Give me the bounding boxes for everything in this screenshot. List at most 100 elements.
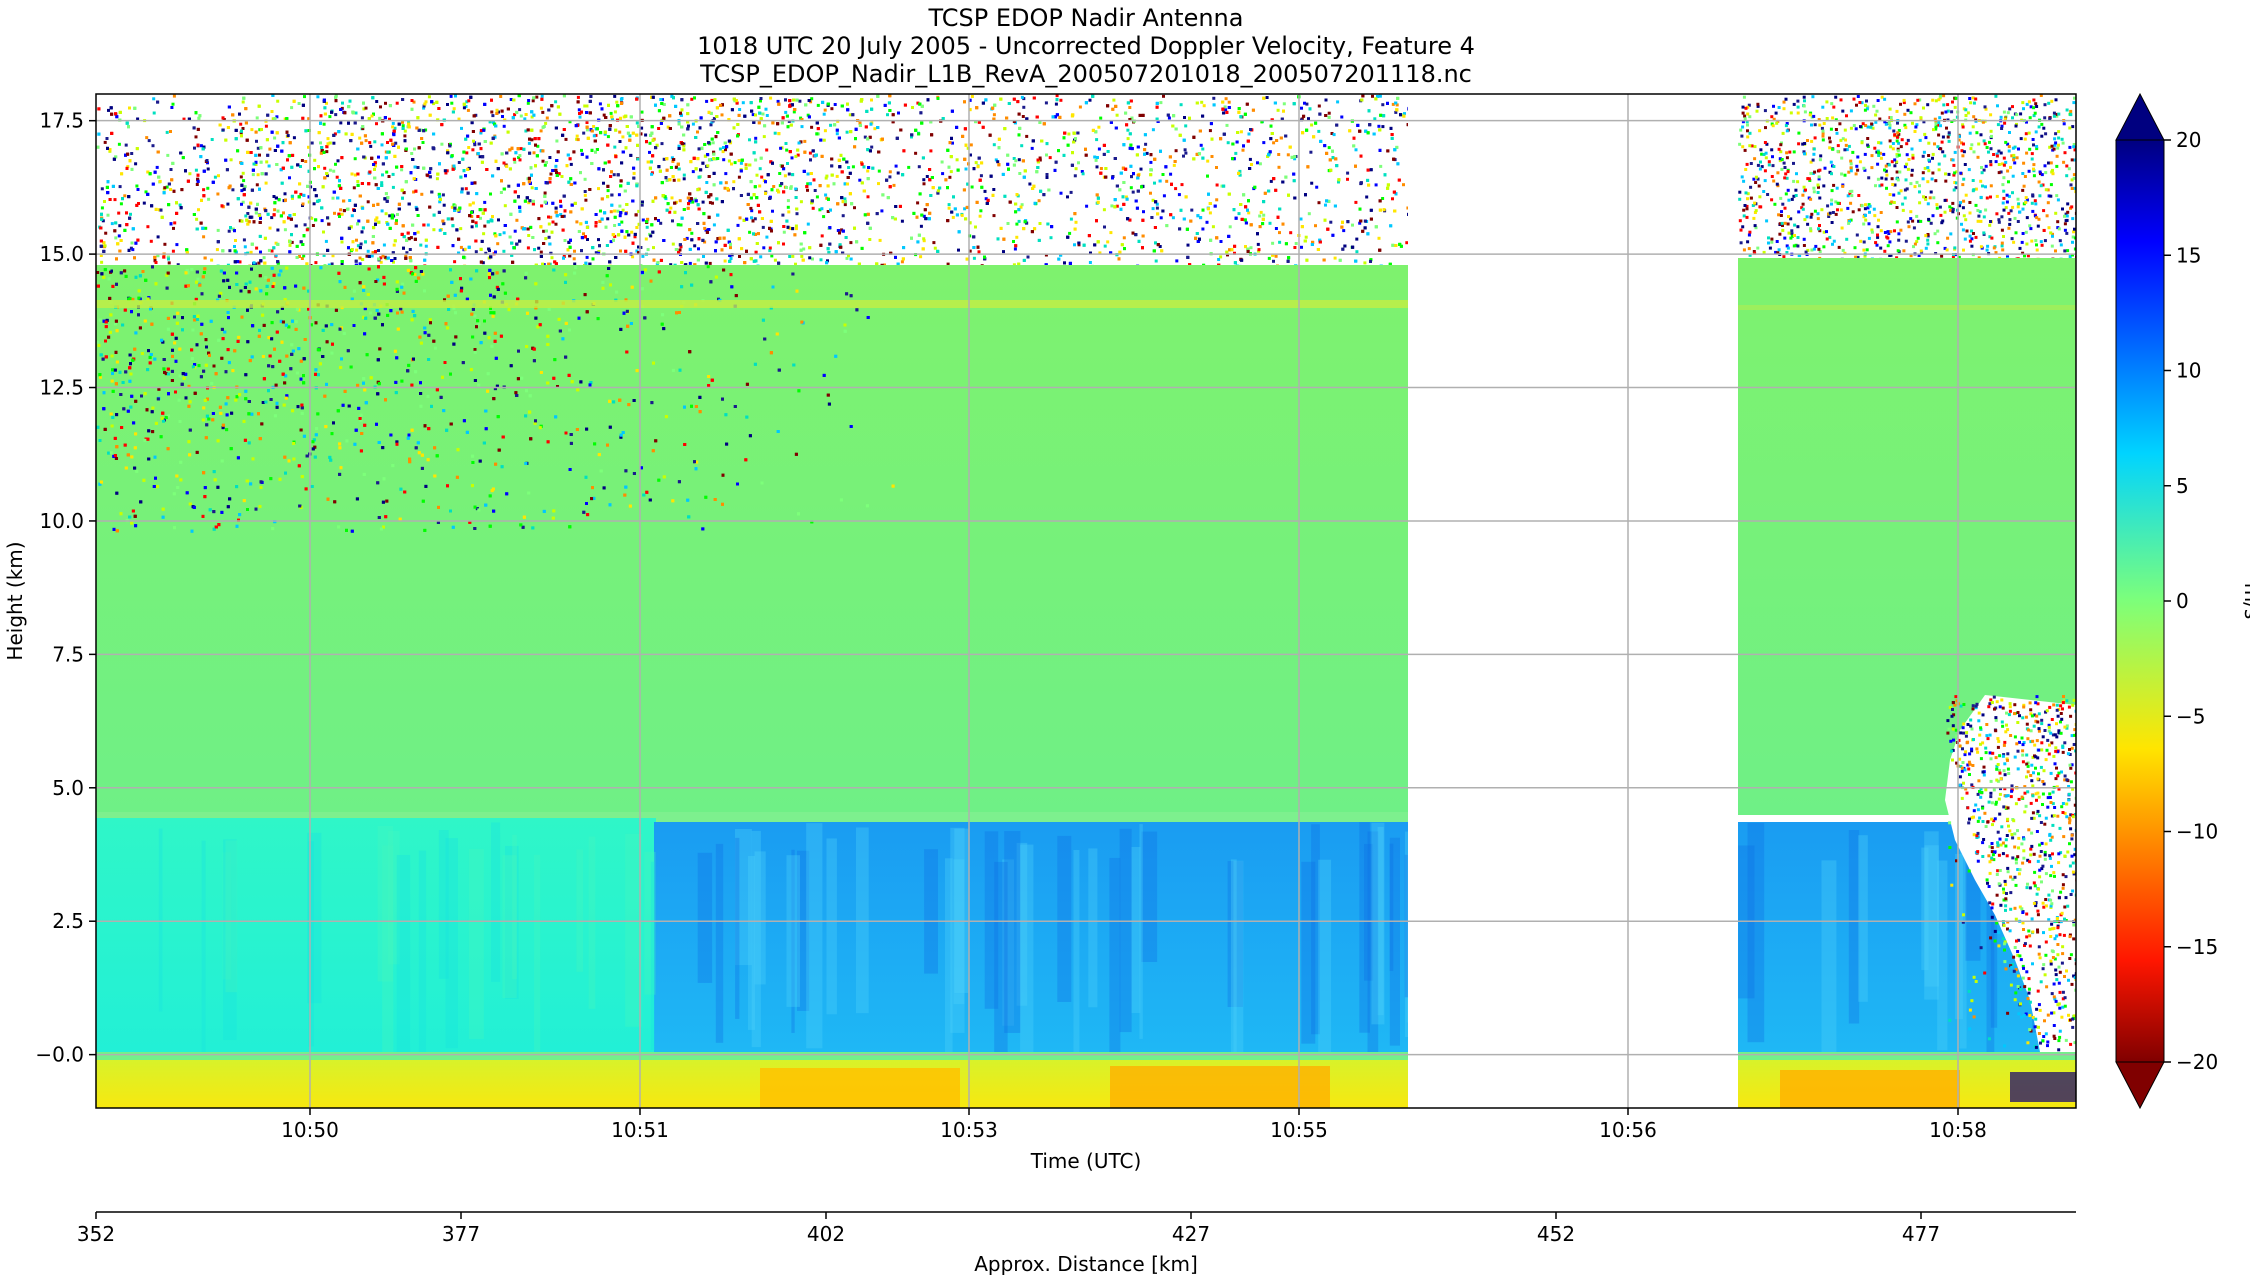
noise-pixel [328, 168, 332, 172]
noise-pixel [851, 165, 855, 169]
noise-pixel [438, 228, 442, 232]
noise-pixel [388, 214, 392, 218]
noise-pixel [250, 128, 254, 132]
noise-pixel [357, 219, 361, 223]
noise-pixel [977, 250, 981, 254]
noise-pixel [351, 240, 355, 244]
noise-pixel [273, 117, 277, 120]
noise-pixel [1018, 172, 1022, 175]
noise-pixel [1314, 224, 1317, 228]
noise-pixel [691, 122, 695, 126]
noise-pixel [381, 173, 384, 177]
noise-pixel [114, 221, 118, 225]
noise-pixel [1257, 248, 1261, 252]
noise-pixel [799, 242, 803, 246]
noise-pixel [379, 105, 382, 109]
noise-pixel [784, 142, 788, 145]
noise-pixel [896, 171, 900, 175]
noise-pixel [490, 98, 493, 102]
noise-pixel [487, 247, 491, 251]
noise-pixel [665, 208, 669, 212]
noise-pixel [650, 172, 654, 176]
noise-pixel [845, 160, 849, 164]
noise-pixel [1332, 133, 1336, 137]
noise-pixel [366, 200, 370, 204]
noise-pixel [1307, 117, 1310, 121]
noise-pixel [152, 97, 156, 101]
noise-pixel [1310, 181, 1314, 185]
noise-pixel [748, 230, 752, 234]
noise-pixel [794, 227, 798, 231]
noise-pixel [506, 130, 510, 134]
noise-pixel [1102, 208, 1106, 212]
noise-pixel [156, 235, 160, 239]
noise-pixel [226, 126, 230, 129]
noise-pixel [1162, 194, 1166, 198]
noise-pixel [131, 248, 135, 252]
noise-pixel [923, 208, 927, 212]
noise-pixel [688, 247, 692, 251]
noise-pixel [1354, 200, 1358, 204]
noise-pixel [761, 112, 765, 116]
noise-pixel [613, 145, 617, 149]
noise-pixel [163, 186, 167, 190]
noise-pixel [665, 179, 669, 182]
noise-pixel [777, 190, 781, 194]
noise-pixel [916, 201, 920, 205]
noise-pixel [1314, 121, 1318, 125]
noise-pixel [708, 261, 712, 265]
noise-pixel [1278, 231, 1281, 235]
noise-pixel [322, 122, 326, 126]
noise-pixel [1363, 219, 1367, 223]
noise-pixel [955, 158, 959, 162]
noise-pixel [313, 158, 317, 162]
noise-pixel [464, 187, 468, 191]
noise-pixel [877, 182, 880, 186]
noise-pixel [303, 223, 307, 227]
noise-pixel [820, 234, 824, 238]
noise-pixel [540, 97, 544, 101]
noise-pixel [1281, 222, 1285, 226]
noise-pixel [785, 148, 789, 152]
noise-pixel [310, 141, 314, 145]
noise-pixel [188, 172, 192, 176]
noise-pixel [669, 206, 673, 210]
noise-pixel [1360, 98, 1364, 102]
noise-pixel [1233, 244, 1237, 248]
noise-pixel [1369, 208, 1373, 212]
noise-pixel [301, 243, 305, 246]
noise-pixel [401, 196, 404, 200]
noise-pixel [947, 206, 951, 210]
noise-pixel [537, 246, 541, 250]
noise-pixel [502, 249, 506, 253]
noise-pixel [1269, 179, 1273, 183]
noise-pixel [755, 173, 759, 177]
noise-pixel [911, 106, 914, 109]
noise-pixel [467, 99, 471, 103]
noise-pixel [368, 141, 372, 145]
noise-pixel [705, 181, 709, 184]
noise-pixel [193, 146, 196, 150]
noise-pixel [1159, 216, 1163, 220]
noise-pixel [963, 100, 966, 104]
noise-pixel [624, 212, 628, 216]
noise-pixel [1155, 206, 1159, 210]
noise-pixel [432, 228, 436, 232]
noise-pixel [696, 130, 699, 134]
noise-pixel [426, 223, 430, 227]
figure: TCSP EDOP Nadir Antenna 1018 UTC 20 July… [3, 4, 2250, 1275]
noise-pixel [979, 209, 983, 213]
noise-pixel [442, 222, 446, 226]
noise-pixel [414, 189, 418, 193]
noise-pixel [1335, 123, 1339, 127]
noise-pixel [335, 175, 339, 179]
noise-pixel [791, 173, 795, 177]
noise-pixel [799, 200, 803, 204]
noise-pixel [118, 224, 122, 228]
noise-pixel [537, 217, 541, 221]
noise-pixel [813, 189, 817, 192]
noise-pixel [1054, 160, 1058, 164]
noise-pixel [194, 135, 198, 139]
noise-pixel [170, 106, 174, 109]
noise-pixel [1363, 261, 1367, 265]
